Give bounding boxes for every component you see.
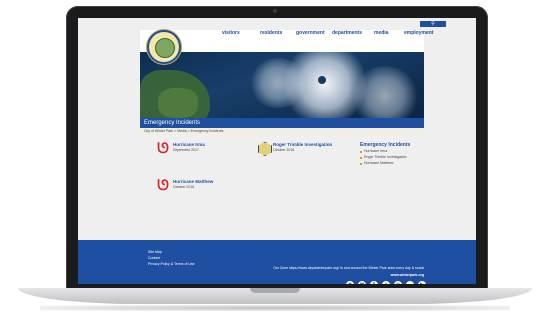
nav-government[interactable]: government xyxy=(296,30,325,36)
nav-residents[interactable]: residents xyxy=(260,30,282,36)
sidebar-link[interactable]: Hurricane Matthew xyxy=(364,161,393,165)
incident-title[interactable]: Hurricane Irma xyxy=(173,142,205,147)
incident-title[interactable]: Roger Trimble Investigation xyxy=(273,142,332,147)
incident-date: October 2016 xyxy=(273,148,295,152)
laptop-shadow xyxy=(40,305,510,311)
bullet-icon xyxy=(360,151,362,153)
sidebar-title: Emergency Incidents xyxy=(360,142,411,148)
nav-visitors[interactable]: visitors xyxy=(222,30,240,36)
incident-date: September 2017 xyxy=(173,148,199,152)
laptop-base xyxy=(18,288,532,304)
nav-employment[interactable]: employment xyxy=(404,30,433,36)
twitter-icon[interactable]: t xyxy=(382,281,390,284)
screen: ⚲ visitors residents government departme… xyxy=(78,18,476,284)
rss-icon[interactable]: ◉ xyxy=(346,281,354,284)
land-mass xyxy=(158,88,198,118)
breadcrumb-text[interactable]: City of Winter Park > Media > Emergency … xyxy=(144,129,223,133)
site-footer xyxy=(78,240,476,284)
laptop-lid: ⚲ visitors residents government departme… xyxy=(66,6,488,290)
nav-media[interactable]: media xyxy=(374,30,388,36)
footer-link[interactable]: Privacy Policy & Terms of Use xyxy=(148,262,195,266)
youtube-icon[interactable]: ▶ xyxy=(418,281,426,284)
bullet-icon xyxy=(360,163,362,165)
police-badge-icon[interactable] xyxy=(258,142,272,156)
footer-link[interactable]: Site Map xyxy=(148,250,162,254)
sidebar-link[interactable]: Hurricane Irma xyxy=(364,149,387,153)
page-title: Emergency Incidents xyxy=(144,120,201,126)
hurricane-clouds xyxy=(350,66,420,118)
footer-zone-text: Our Zone https://www.cityofwinterpark.or… xyxy=(273,266,424,270)
footer-link[interactable]: Contact xyxy=(148,256,160,260)
facebook-icon[interactable]: f xyxy=(370,281,378,284)
seal-emblem xyxy=(155,38,175,58)
hurricane-clouds xyxy=(248,58,308,108)
breadcrumb: City of Winter Park > Media > Emergency … xyxy=(140,128,424,134)
hurricane-eye xyxy=(318,76,326,84)
city-seal-logo[interactable] xyxy=(147,30,181,64)
hurricane-icon[interactable]: ᘎ xyxy=(156,141,170,155)
search-button[interactable]: ⚲ xyxy=(420,21,446,27)
email-icon[interactable]: ✉ xyxy=(358,281,366,284)
sidebar-link[interactable]: Roger Trimble Investigation xyxy=(364,155,407,159)
laptop-notch xyxy=(250,288,300,293)
incident-title[interactable]: Hurricane Matthew xyxy=(173,179,213,184)
page-title-bar: Emergency Incidents xyxy=(140,118,424,128)
camera xyxy=(273,9,277,13)
incident-date: October 2016 xyxy=(173,185,195,189)
bullet-icon xyxy=(360,157,362,159)
laptop: ⚲ visitors residents government departme… xyxy=(0,0,550,328)
footer-url[interactable]: www.winterpark.org xyxy=(318,273,424,277)
instagram-icon[interactable]: ◎ xyxy=(394,281,402,284)
nav-departments[interactable]: departments xyxy=(332,30,362,36)
flickr-icon[interactable]: ∘ xyxy=(406,281,414,284)
hero-image xyxy=(140,52,424,118)
hurricane-icon[interactable]: ᘎ xyxy=(156,178,170,192)
